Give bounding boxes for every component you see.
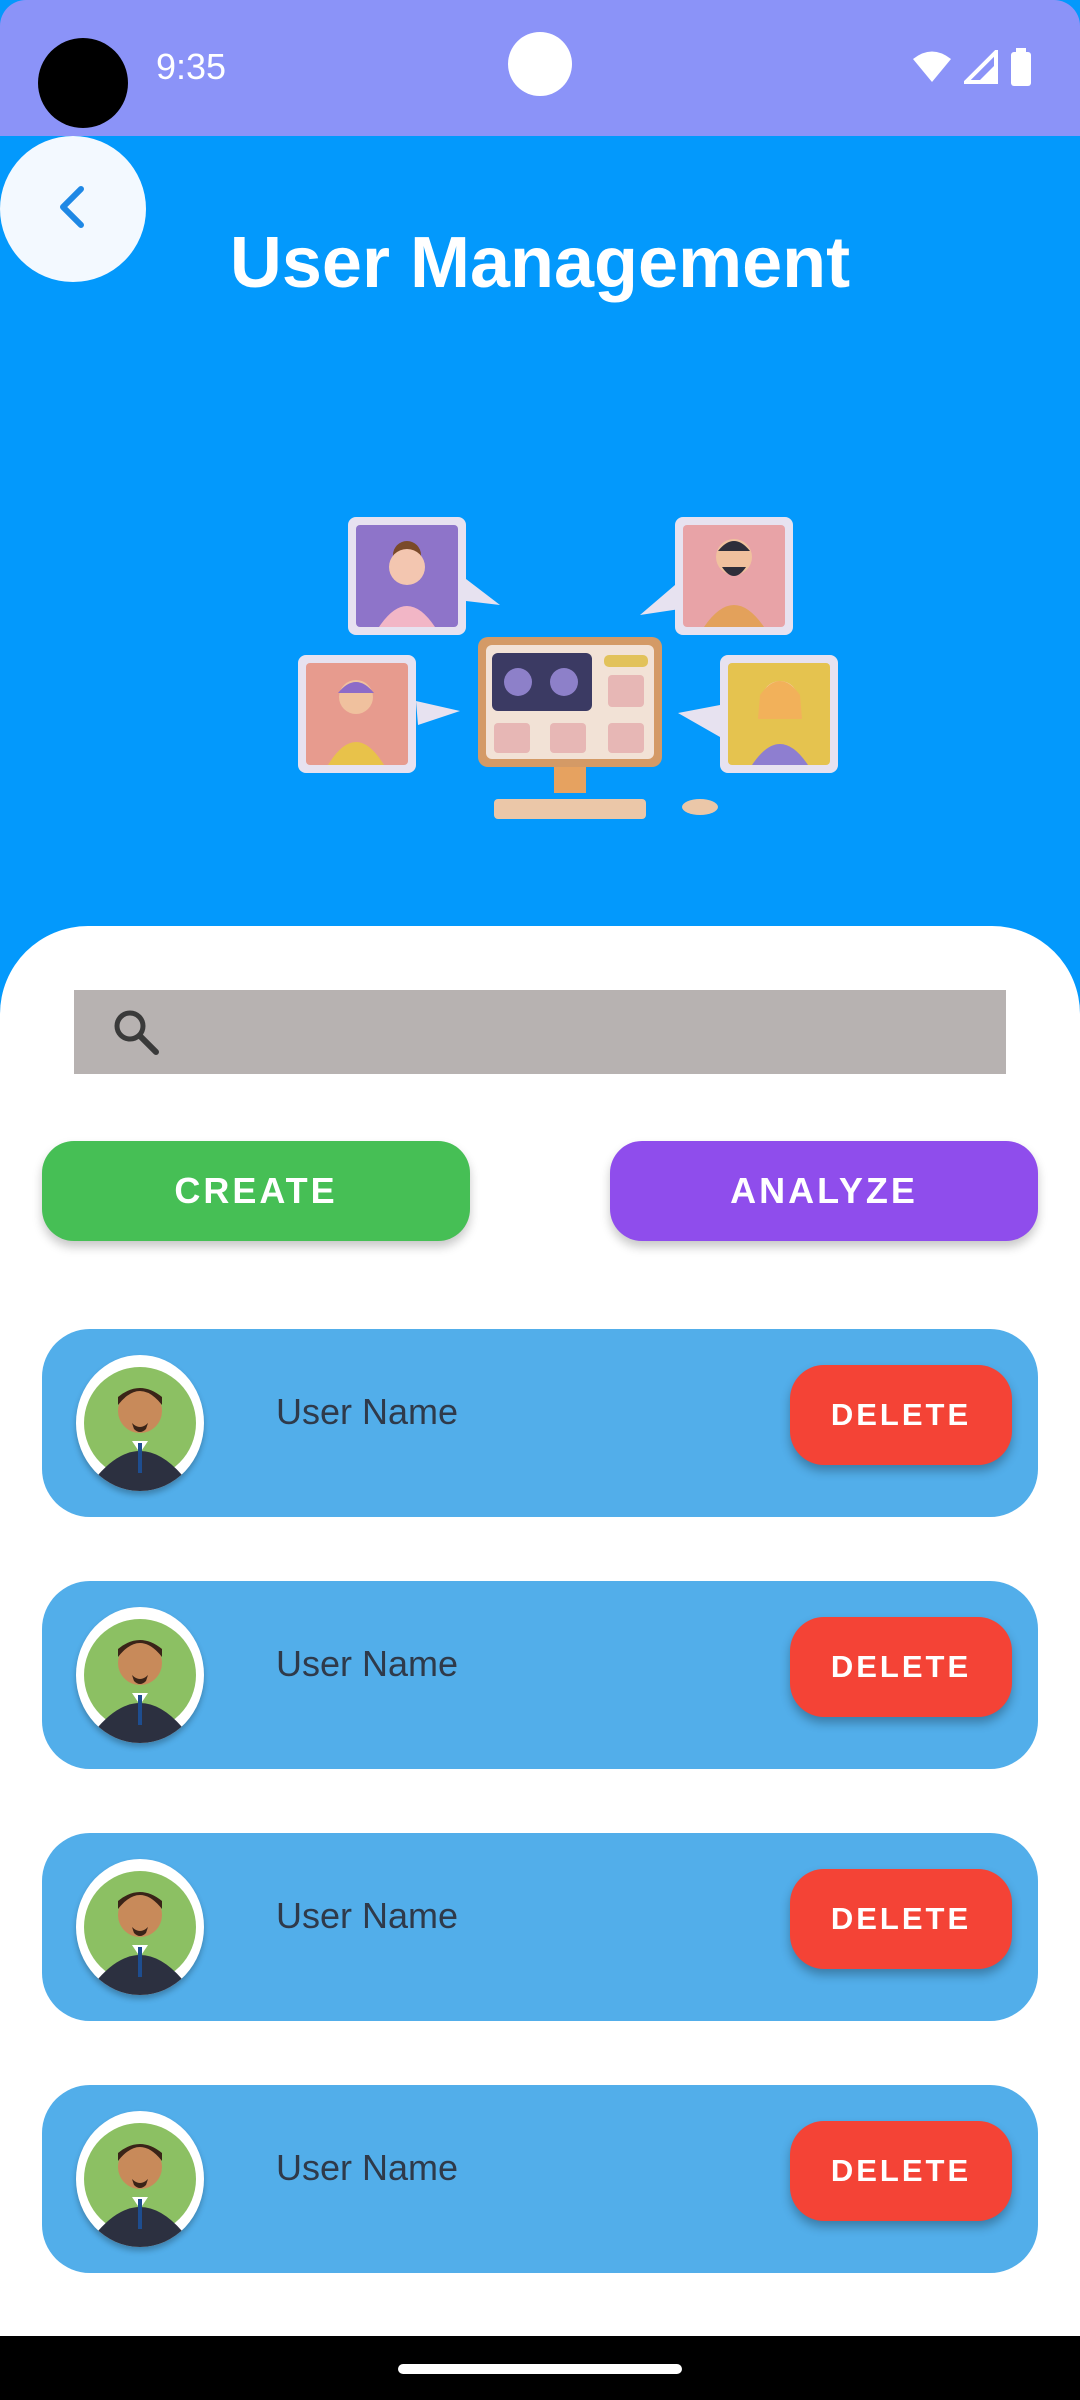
person-card-bottom-left: [298, 655, 460, 773]
user-avatar: [76, 1859, 204, 1995]
computer: [478, 637, 718, 819]
search-icon: [110, 1006, 162, 1058]
user-row: User Name DELETE: [42, 1581, 1038, 1769]
wifi-icon: [912, 50, 952, 89]
delete-button[interactable]: DELETE: [790, 1617, 1012, 1717]
delete-button[interactable]: DELETE: [790, 2121, 1012, 2221]
battery-icon: [1010, 48, 1032, 91]
create-button[interactable]: CREATE: [42, 1141, 470, 1241]
status-icons: [912, 47, 1032, 91]
person-card-top-left: [348, 517, 500, 635]
user-avatar: [76, 2111, 204, 2247]
analyze-button[interactable]: ANALYZE: [610, 1141, 1038, 1241]
page-title: User Management: [229, 223, 851, 303]
search-input[interactable]: [186, 990, 986, 1074]
status-bar: 9:35: [0, 0, 1080, 136]
home-indicator[interactable]: [398, 2364, 682, 2374]
status-time: 9:35: [156, 46, 227, 87]
user-name: User Name: [276, 2147, 459, 2188]
user-avatar: [76, 1355, 204, 1491]
front-camera: [508, 32, 572, 96]
user-row: User Name DELETE: [42, 1833, 1038, 2021]
hero-illustration: [290, 505, 850, 845]
search-bar[interactable]: [74, 990, 1006, 1074]
delete-button[interactable]: DELETE: [790, 1365, 1012, 1465]
person-card-bottom-right: [678, 655, 838, 773]
user-name: User Name: [276, 1391, 459, 1432]
user-avatar: [76, 1607, 204, 1743]
person-card-top-right: [640, 517, 793, 635]
signal-icon: [961, 47, 998, 89]
user-row: User Name DELETE: [42, 2085, 1038, 2273]
user-name: User Name: [276, 1895, 459, 1936]
user-row: User Name DELETE: [42, 1329, 1038, 1517]
delete-button[interactable]: DELETE: [790, 1869, 1012, 1969]
camera-cutout: [38, 38, 128, 128]
user-name: User Name: [276, 1643, 459, 1684]
